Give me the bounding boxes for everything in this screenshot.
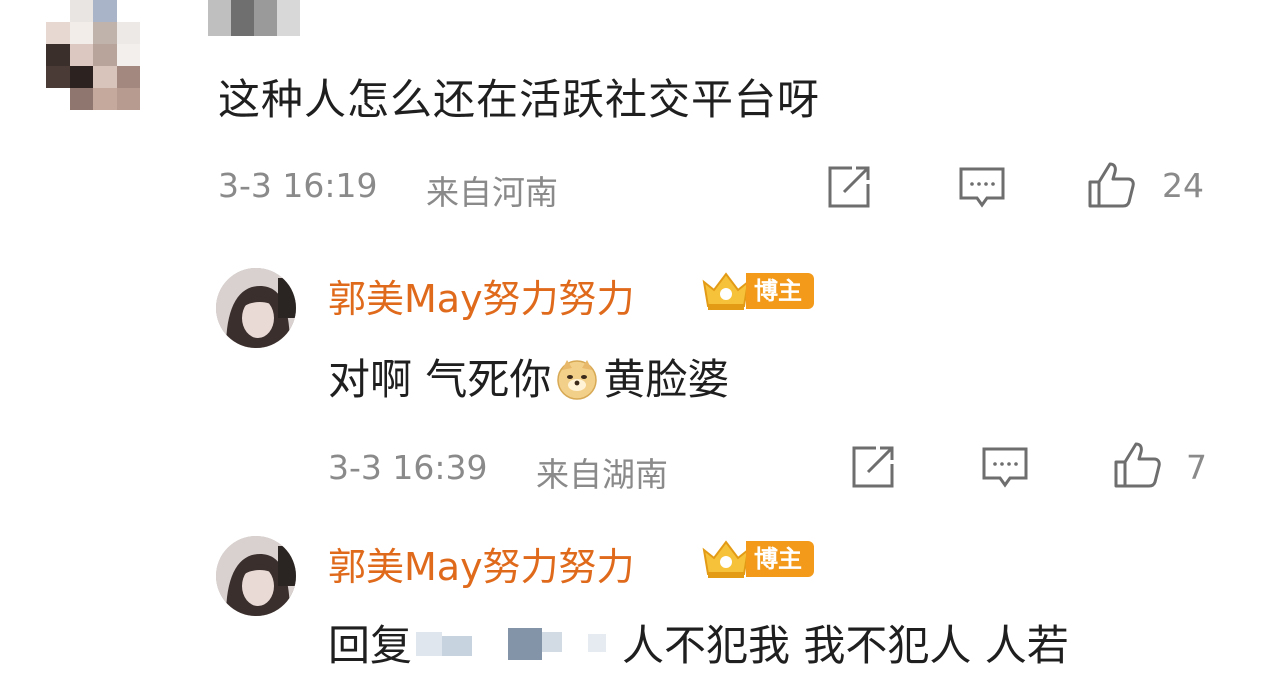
doge-emoji [555, 356, 599, 400]
like-icon[interactable] [1110, 438, 1164, 492]
share-icon[interactable] [822, 160, 876, 214]
reply-text-part: 对啊 气死你 [328, 355, 552, 404]
reply-location: 来自湖南 [536, 455, 668, 494]
comment-text: 这种人怎么还在活跃社交平台呀 [218, 75, 821, 124]
comment-location: 来自河南 [426, 173, 558, 212]
share-icon[interactable] [846, 440, 900, 494]
username[interactable]: 郭美May努力努力 [328, 268, 635, 323]
redacted-mention [412, 622, 622, 666]
reply-text: 回复 人不犯我 我不犯人 人若 [328, 612, 1069, 673]
avatar-pixelated[interactable] [46, 0, 164, 110]
blogger-badge: 博主 [700, 536, 814, 582]
avatar[interactable] [216, 536, 296, 616]
reply-text-part-2: 黄脸婆 [603, 355, 730, 404]
username[interactable]: 郭美May努力努力 [328, 536, 635, 591]
badge-label: 博主 [746, 541, 814, 577]
reply-prefix: 回复 [328, 621, 413, 670]
reply-text-part: 人不犯我 我不犯人 人若 [622, 621, 1069, 670]
redacted-username [208, 0, 300, 36]
like-icon[interactable] [1084, 158, 1138, 212]
blogger-badge: 博主 [700, 268, 814, 314]
comment-icon[interactable] [955, 160, 1009, 214]
badge-label: 博主 [746, 273, 814, 309]
like-count: 7 [1186, 448, 1207, 487]
avatar[interactable] [216, 268, 296, 348]
reply-timestamp: 3-3 16:39 [328, 448, 488, 487]
like-count: 24 [1162, 166, 1204, 205]
crown-icon [700, 536, 752, 582]
comment-timestamp: 3-3 16:19 [218, 166, 378, 205]
crown-icon [700, 268, 752, 314]
reply-text: 对啊 气死你 黄脸婆 [328, 346, 729, 407]
comment-icon[interactable] [978, 440, 1032, 494]
